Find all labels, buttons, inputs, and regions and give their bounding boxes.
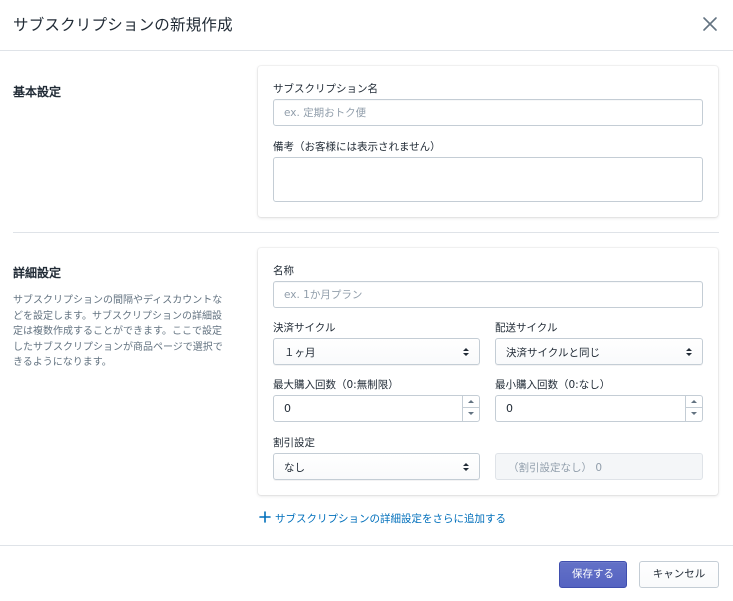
select-arrows-icon [463, 348, 469, 356]
min-purchase-label: 最小購入回数（0:なし） [495, 379, 611, 391]
discount-label: 割引設定 [273, 437, 315, 449]
modal-header: サブスクリプションの新規作成 [0, 0, 733, 51]
min-purchase-value: 0 [506, 402, 513, 415]
discount-value: なし [284, 462, 305, 474]
plan-name-label: 名称 [273, 265, 294, 277]
close-icon [703, 17, 717, 31]
delivery-cycle-label: 配送サイクル [495, 322, 558, 334]
detail-section-title: 詳細設定 [13, 266, 62, 280]
detail-section-description: サブスクリプションの間隔やディスカウントなどを設定します。サブスクリプションの詳… [13, 295, 223, 368]
max-purchase-increment[interactable] [463, 396, 479, 408]
cancel-button[interactable]: キャンセル [639, 561, 719, 588]
max-purchase-value: 0 [284, 402, 291, 415]
payment-cycle-select[interactable]: １ヶ月 [273, 338, 480, 365]
discount-select[interactable]: なし [273, 453, 480, 480]
plan-name-input[interactable] [273, 281, 703, 308]
note-textarea[interactable] [273, 157, 703, 202]
max-purchase-spinner [462, 396, 479, 421]
modal-title: サブスクリプションの新規作成 [13, 16, 233, 34]
detail-settings-card: 名称 決済サイクル １ヶ月 配送サイクル 決済サイクルと同じ 最大購入回数（0:… [258, 248, 718, 495]
payment-cycle-value: １ヶ月 [284, 347, 316, 359]
caret-down-icon [468, 412, 474, 415]
select-arrows-icon [463, 463, 469, 471]
add-subscription-detail-label: サブスクリプションの詳細設定をさらに追加する [275, 513, 506, 525]
discount-amount-value: （割引設定なし） 0 [508, 462, 603, 474]
max-purchase-label: 最大購入回数（0:無制限） [273, 379, 399, 391]
plus-icon [259, 511, 271, 523]
select-arrows-icon [686, 348, 692, 356]
modal-footer: 保存する キャンセル [0, 545, 733, 601]
discount-amount-field: （割引設定なし） 0 [495, 453, 703, 480]
max-purchase-stepper[interactable]: 0 [273, 395, 480, 422]
caret-up-icon [691, 400, 697, 403]
max-purchase-decrement[interactable] [463, 408, 479, 420]
payment-cycle-label: 決済サイクル [273, 322, 336, 334]
delivery-cycle-value: 決済サイクルと同じ [506, 347, 600, 359]
min-purchase-increment[interactable] [686, 396, 702, 408]
subscription-name-label: サブスクリプション名 [273, 83, 378, 95]
min-purchase-decrement[interactable] [686, 408, 702, 420]
modal-body: 基本設定 サブスクリプション名 備考（お客様には表示されません） 詳細設定 サブ… [0, 51, 733, 545]
section-divider [13, 232, 719, 233]
save-button[interactable]: 保存する [559, 561, 627, 588]
modal-body-inner: 基本設定 サブスクリプション名 備考（お客様には表示されません） 詳細設定 サブ… [0, 51, 733, 545]
min-purchase-stepper[interactable]: 0 [495, 395, 703, 422]
close-button[interactable] [700, 14, 720, 34]
caret-down-icon [691, 412, 697, 415]
min-purchase-spinner [685, 396, 702, 421]
basic-settings-card: サブスクリプション名 備考（お客様には表示されません） [258, 66, 718, 217]
delivery-cycle-select[interactable]: 決済サイクルと同じ [495, 338, 703, 365]
caret-up-icon [468, 400, 474, 403]
basic-section-title: 基本設定 [13, 85, 62, 99]
note-label: 備考（お客様には表示されません） [273, 141, 441, 153]
subscription-name-input[interactable] [273, 99, 703, 126]
